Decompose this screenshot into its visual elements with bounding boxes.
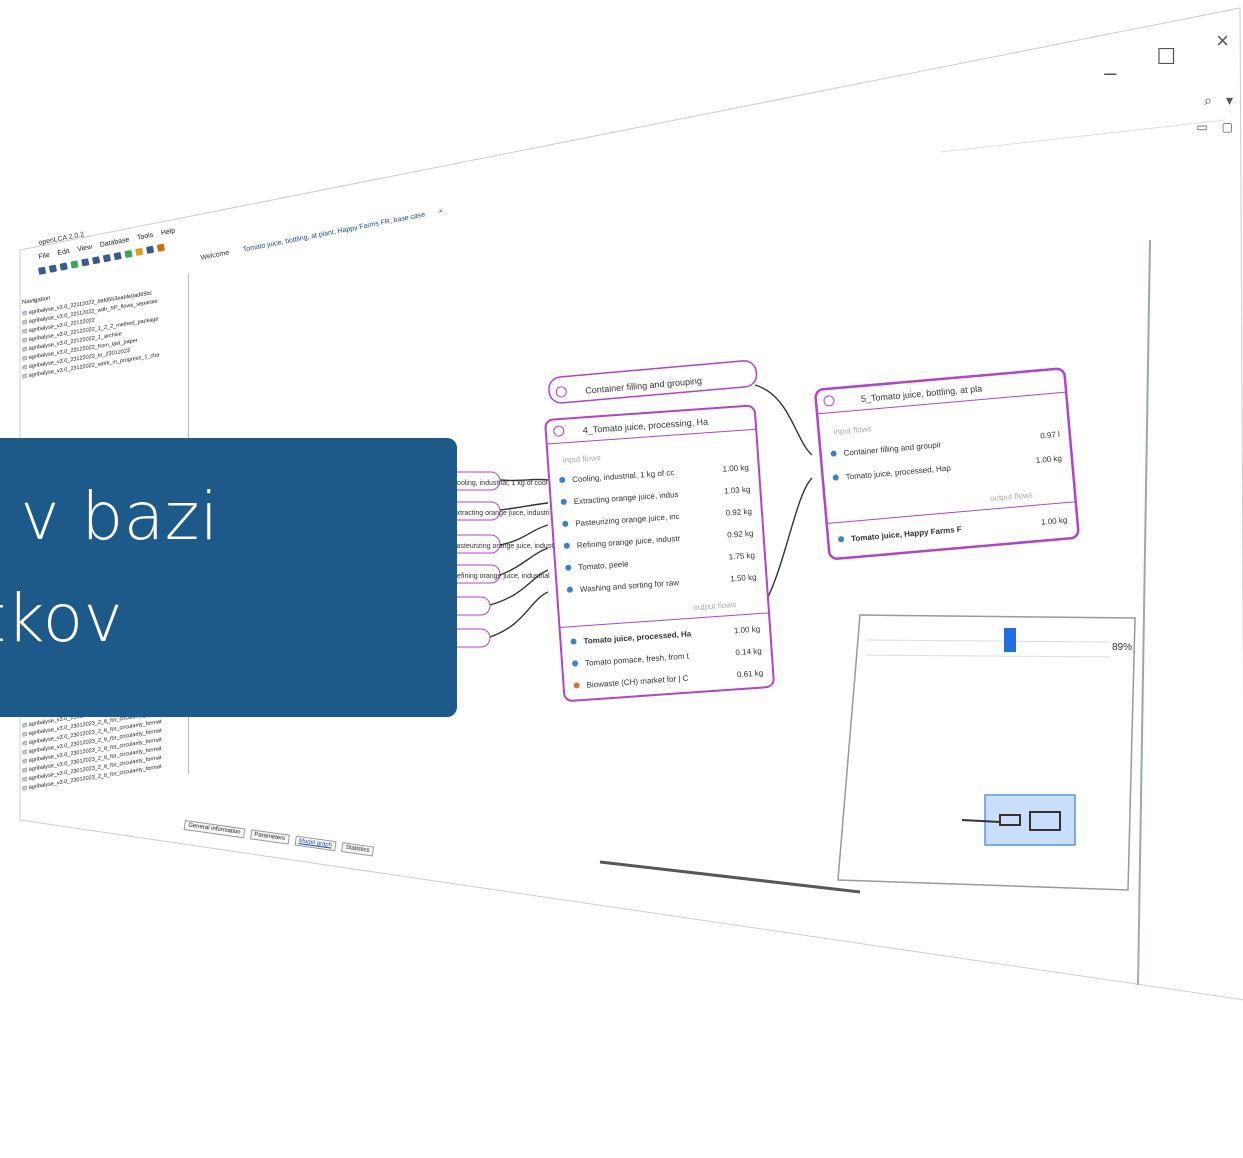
flow-amount: 0.14 kg	[735, 646, 762, 657]
flow-amount: 1.00 kg	[734, 625, 761, 636]
left-node-label: Pasteurizing orange juice, indust	[452, 543, 553, 550]
node-tomato-processing[interactable]: 4_Tomato juice, processing, Ha input flo…	[544, 404, 775, 702]
outline-view: 89%	[837, 614, 1136, 891]
collapse-icon[interactable]	[555, 386, 567, 398]
flow-amount: 1.50 kg	[730, 573, 757, 584]
zoom-slider-handle[interactable]	[1004, 628, 1016, 652]
collapse-icon[interactable]	[553, 425, 565, 437]
flow-amount: 1.00 kg	[722, 463, 749, 474]
flow-amount: 1.03 kg	[724, 485, 751, 496]
node-tomato-bottling[interactable]: 5_Tomato juice, bottling, at pla input f…	[814, 367, 1080, 560]
flow-amount: 0.61 kg	[737, 668, 764, 679]
screenshot-scene: – ☐ × ⌕ ▾ ▭ ▢ openLCA 2.0.2 File Edit Vi…	[0, 0, 1243, 1158]
overlay-banner: i v bazi tkov	[0, 438, 457, 717]
flow-amount: 0.92 kg	[727, 529, 754, 540]
flow-amount: 1.75 kg	[728, 551, 755, 562]
collapse-icon[interactable]	[823, 395, 835, 407]
left-node-label: Refining orange juice, industrial	[452, 573, 550, 580]
zoom-level: 89%	[1112, 642, 1132, 653]
left-node-label: Extracting orange juice, industri	[452, 510, 550, 517]
banner-line-1: i v bazi	[0, 478, 219, 555]
left-node-label: Cooling, industrial, 1 kg of cool	[452, 480, 548, 487]
flow-amount: 0.92 kg	[725, 507, 752, 518]
banner-line-2: tkov	[0, 580, 124, 657]
node-container-filling[interactable]: Container filling and grouping	[548, 360, 758, 404]
flow-amount: 0.97 l	[1040, 430, 1061, 441]
